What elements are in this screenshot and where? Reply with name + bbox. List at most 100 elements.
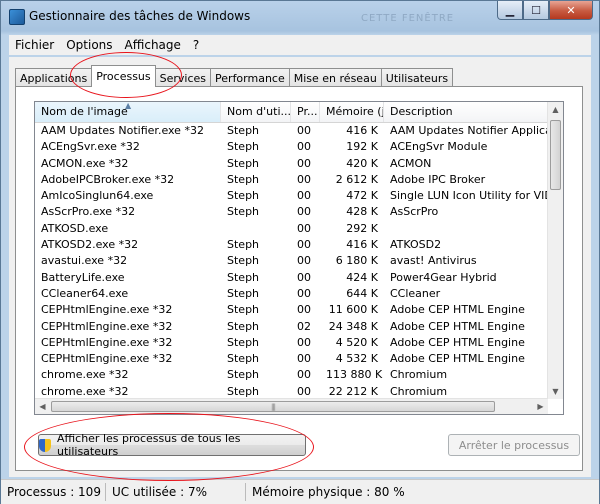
process-row[interactable]: AdobeIPCBroker.exe *32 Steph 00 2 612 K Adob… xyxy=(35,172,550,188)
process-memory-cell: 428 K xyxy=(346,205,378,219)
process-row[interactable]: CEPHtmlEngine.exe *32 Steph 00 11 600 K Adob… xyxy=(35,302,550,318)
process-memory-cell: 416 K xyxy=(346,124,378,137)
process-name-cell: CCleaner64.exe xyxy=(41,286,129,300)
tab-utilisateurs[interactable]: Utilisateurs xyxy=(380,68,454,87)
process-description-cell: Single LUN Icon Utility for VID 058F xyxy=(390,189,550,203)
process-cpu-cell: 02 xyxy=(297,319,311,333)
process-row[interactable]: BatteryLife.exe Steph 00 424 K Power4Gear Hy… xyxy=(35,270,550,286)
process-name-cell: AAM Updates Notifier.exe *32 xyxy=(41,124,204,137)
horizontal-scroll-thumb[interactable]: ||| xyxy=(51,401,495,412)
column-header-cpu[interactable]: Pr... xyxy=(291,102,320,122)
process-description-cell: Adobe CEP HTML Engine xyxy=(390,352,525,366)
scroll-left-icon[interactable]: ◀ xyxy=(35,399,50,414)
process-description-cell: avast! Antivirus xyxy=(390,254,477,268)
task-manager-window: Gestionnaire des tâches de Windows CETTE… xyxy=(0,0,600,504)
process-user-cell: Steph xyxy=(227,335,260,349)
process-name-cell: ATKOSD.exe xyxy=(41,221,109,235)
column-header-user-name[interactable]: Nom d'uti... xyxy=(221,102,291,122)
tab-services[interactable]: Services xyxy=(154,68,212,87)
end-process-button[interactable]: Arrêter le processus xyxy=(448,434,580,456)
maximize-button[interactable]: ☐ xyxy=(523,1,549,20)
menu-options[interactable]: Options xyxy=(60,38,118,52)
process-user-cell: Steph xyxy=(227,254,260,268)
process-row[interactable]: ACMON.exe *32 Steph 00 420 K ACMON xyxy=(35,156,550,172)
process-user-cell: Steph xyxy=(227,205,260,219)
status-cpu-usage: UC utilisée : 7% xyxy=(106,483,246,501)
process-row[interactable]: CEPHtmlEngine.exe *32 Steph 00 4 532 K Adobe… xyxy=(35,351,550,367)
menu-affichage[interactable]: Affichage xyxy=(119,38,187,52)
process-row[interactable]: AAM Updates Notifier.exe *32 Steph 00 416 K… xyxy=(35,123,550,139)
tab-performance[interactable]: Performance xyxy=(210,68,290,87)
minimize-button[interactable]: ▁ xyxy=(497,1,523,20)
column-header-memory[interactable]: Mémoire (j... xyxy=(320,102,384,122)
process-name-cell: AsScrPro.exe *32 xyxy=(41,205,136,219)
process-cpu-cell: 00 xyxy=(297,205,311,219)
sort-ascending-icon: ▲ xyxy=(125,102,132,110)
process-user-cell: Steph xyxy=(227,352,260,366)
process-row[interactable]: ATKOSD.exe 00 292 K xyxy=(35,221,550,237)
caption-buttons: ▁ ☐ ✕ xyxy=(497,1,593,20)
uac-shield-icon xyxy=(39,438,51,452)
process-row[interactable]: CCleaner64.exe Steph 00 644 K CCleaner xyxy=(35,286,550,302)
status-bar: Processus : 109 UC utilisée : 7% Mémoire… xyxy=(1,479,599,504)
process-cpu-cell: 00 xyxy=(297,189,311,203)
title-bar[interactable]: Gestionnaire des tâches de Windows CETTE… xyxy=(1,1,599,31)
process-list[interactable]: ▲ Nom de l'image Nom d'uti... Pr... Mémo… xyxy=(34,101,564,415)
tab-strip: Applications Processus Services Performa… xyxy=(15,65,454,87)
process-name-cell: AdobeIPCBroker.exe *32 xyxy=(41,172,175,186)
process-memory-cell: 416 K xyxy=(346,238,378,252)
process-memory-cell: 11 600 K xyxy=(328,303,378,317)
process-user-cell: Steph xyxy=(227,156,260,170)
menu-help[interactable]: ? xyxy=(187,38,205,52)
processes-panel: ▲ Nom de l'image Nom d'uti... Pr... Mémo… xyxy=(15,86,583,471)
process-memory-cell: 420 K xyxy=(346,156,378,170)
process-cpu-cell: 00 xyxy=(297,254,311,268)
process-description-cell: ACMON xyxy=(390,156,432,170)
process-memory-cell: 292 K xyxy=(346,221,378,235)
close-button[interactable]: ✕ xyxy=(549,1,593,20)
process-user-cell: Steph xyxy=(227,140,260,154)
scroll-up-icon[interactable]: ▲ xyxy=(548,102,563,117)
process-memory-cell: 4 520 K xyxy=(335,335,378,349)
process-name-cell: CEPHtmlEngine.exe *32 xyxy=(41,352,173,366)
tab-mise-en-reseau[interactable]: Mise en réseau xyxy=(288,68,382,87)
vertical-scroll-thumb[interactable] xyxy=(550,120,561,190)
process-row[interactable]: ATKOSD2.exe *32 Steph 00 416 K ATKOSD2 xyxy=(35,237,550,253)
process-row[interactable]: CEPHtmlEngine.exe *32 Steph 02 24 348 K Adob… xyxy=(35,319,550,335)
process-rows: AAM Updates Notifier.exe *32 Steph 00 416 K… xyxy=(35,123,550,414)
process-cpu-cell: 00 xyxy=(297,221,311,235)
process-cpu-cell: 00 xyxy=(297,352,311,366)
tab-processus[interactable]: Processus xyxy=(91,65,156,87)
client-area: Applications Processus Services Performa… xyxy=(9,57,591,477)
process-cpu-cell: 00 xyxy=(297,238,311,252)
menu-fichier[interactable]: Fichier xyxy=(9,38,60,52)
process-name-cell: BatteryLife.exe xyxy=(41,270,125,284)
process-row[interactable]: ACEngSvr.exe *32 Steph 00 192 K ACEngSvr Mod… xyxy=(35,139,550,155)
process-description-cell: CCleaner xyxy=(390,286,441,300)
process-row[interactable]: AmIcoSinglun64.exe Steph 00 472 K Single LUN… xyxy=(35,188,550,204)
task-manager-app-icon xyxy=(9,9,25,25)
vertical-scrollbar[interactable]: ▲ ▼ xyxy=(547,102,563,399)
column-header-image-name[interactable]: ▲ Nom de l'image xyxy=(35,102,221,122)
process-row[interactable]: AsScrPro.exe *32 Steph 00 428 K AsScrPro xyxy=(35,204,550,220)
scroll-down-icon[interactable]: ▼ xyxy=(548,384,563,399)
process-user-cell xyxy=(221,221,291,237)
process-cpu-cell: 00 xyxy=(297,270,311,284)
process-memory-cell: 2 612 K xyxy=(335,172,378,186)
process-row[interactable]: chrome.exe *32 Steph 00 113 880 K Chromium xyxy=(35,367,550,383)
column-header-description[interactable]: Description xyxy=(384,102,550,122)
process-user-cell: Steph xyxy=(227,238,260,252)
process-row[interactable]: avastui.exe *32 Steph 00 6 180 K avast! Anti… xyxy=(35,253,550,269)
process-row[interactable]: CEPHtmlEngine.exe *32 Steph 00 4 520 K Adobe… xyxy=(35,335,550,351)
process-description-cell: AsScrPro xyxy=(390,205,439,219)
process-memory-cell: 192 K xyxy=(346,140,378,154)
process-name-cell: ACEngSvr.exe *32 xyxy=(41,140,140,154)
show-all-users-processes-button[interactable]: Afficher les processus de tous les utili… xyxy=(38,432,306,458)
tab-applications[interactable]: Applications xyxy=(15,68,93,87)
horizontal-scrollbar[interactable]: ◀ ||| ▶ xyxy=(35,398,548,414)
process-memory-cell: 472 K xyxy=(346,189,378,203)
process-description-cell: Adobe CEP HTML Engine xyxy=(390,319,525,333)
scroll-right-icon[interactable]: ▶ xyxy=(533,399,548,414)
process-cpu-cell: 00 xyxy=(297,124,311,137)
process-memory-cell: 424 K xyxy=(346,270,378,284)
